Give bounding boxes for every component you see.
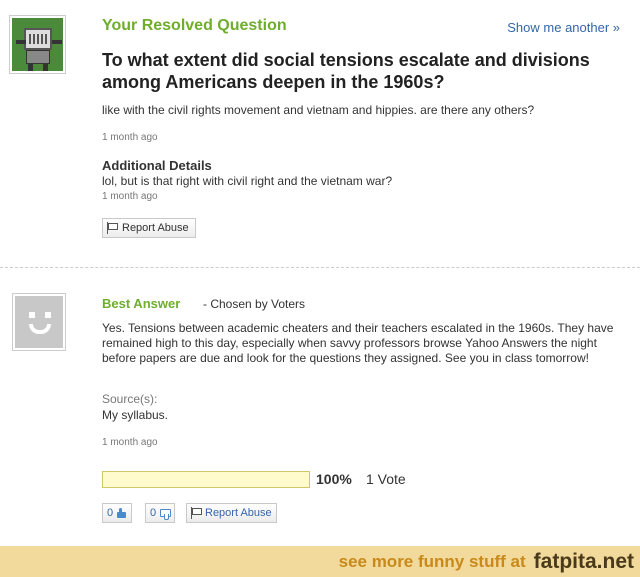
watermark-text: see more funny stuff at (338, 551, 526, 571)
vote-count: 1 Vote (366, 471, 406, 487)
answerer-avatar[interactable] (12, 293, 66, 351)
best-answer-label: Best Answer (102, 296, 181, 311)
report-abuse-button[interactable]: Report Abuse (102, 218, 196, 238)
answer-text: Yes. Tensions between academic cheaters … (102, 321, 614, 365)
thumbs-down-button[interactable]: 0 (145, 503, 176, 523)
additional-details-text: lol, but is that right with civil right … (102, 174, 393, 188)
watermark-banner: see more funny stuff at fatpita.net (0, 546, 640, 577)
chosen-by-label: - Chosen by Voters (203, 297, 306, 311)
question-title: To what extent did social tensions escal… (102, 50, 590, 92)
vote-progress-fill (103, 472, 309, 487)
flag-icon (191, 507, 202, 519)
thumbs-up-icon (116, 507, 127, 519)
answer-report-abuse-label: Report Abuse (205, 507, 272, 519)
question-timestamp: 1 month ago (102, 132, 158, 143)
section-title: Your Resolved Question (102, 17, 287, 34)
additional-details-timestamp: 1 month ago (102, 191, 158, 202)
robot-avatar-icon (12, 18, 63, 71)
flag-icon (107, 222, 118, 234)
thumbs-down-icon (159, 508, 172, 520)
vote-percentage: 100% (316, 471, 352, 487)
answer-report-abuse-button[interactable]: Report Abuse (186, 503, 277, 523)
asker-avatar[interactable] (9, 15, 66, 74)
show-another-link[interactable]: Show me another » (507, 20, 620, 35)
thumbs-up-button[interactable]: 0 (102, 503, 133, 523)
question-body: like with the civil rights movement and … (102, 103, 535, 117)
sources-text: My syllabus. (102, 408, 169, 422)
vote-progress-bar (102, 471, 310, 488)
additional-details-heading: Additional Details (102, 158, 212, 173)
answer-timestamp: 1 month ago (102, 437, 158, 448)
thumbs-up-count: 0 (107, 507, 114, 519)
watermark-site: fatpita.net (533, 549, 634, 573)
report-abuse-label: Report Abuse (122, 222, 189, 234)
default-smiley-avatar-icon (15, 296, 63, 348)
section-divider (0, 267, 640, 268)
thumbs-down-count: 0 (150, 507, 157, 519)
sources-label: Source(s): (102, 392, 158, 406)
